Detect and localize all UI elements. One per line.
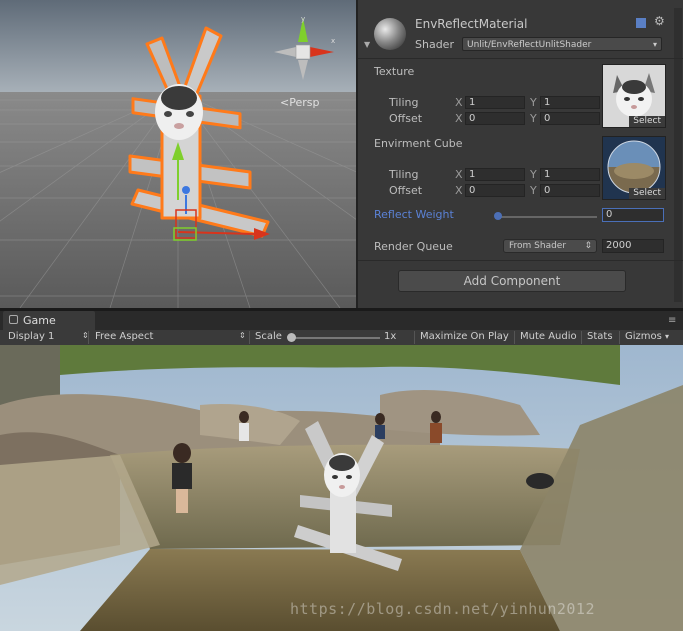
- cubemap-select-button[interactable]: Select: [629, 188, 665, 199]
- texture-thumbnail[interactable]: Select: [602, 64, 666, 128]
- render-queue-mode: From Shader: [509, 241, 567, 251]
- svg-text:x: x: [331, 37, 335, 45]
- aspect-dropdown[interactable]: Free Aspect ⇕: [95, 331, 246, 342]
- texture-tiling-y-field[interactable]: 1: [540, 96, 600, 109]
- gizmos-dropdown-arrow-icon: ▾: [665, 332, 670, 341]
- toolbar-divider: [514, 331, 515, 344]
- header-divider: [358, 58, 683, 59]
- aspect-dropdown-arrow-icon: ⇕: [239, 331, 246, 340]
- cube-offset-y-field[interactable]: 0: [540, 184, 600, 197]
- render-queue-field[interactable]: 2000: [602, 239, 664, 253]
- render-queue-mode-dropdown[interactable]: From Shader ⇕: [503, 239, 597, 253]
- display-dropdown[interactable]: Display 1 ⇕: [8, 331, 89, 342]
- texture-offset-x-label: X: [455, 112, 463, 125]
- cube-tiling-x-label: X: [455, 168, 463, 181]
- cube-offset-y-label: Y: [530, 184, 537, 197]
- projection-label[interactable]: <Persp: [280, 96, 319, 109]
- display-value: Display 1: [8, 331, 55, 342]
- gizmos-label: Gizmos: [625, 331, 662, 342]
- cube-tiling-y-field[interactable]: 1: [540, 168, 600, 181]
- cubemap-thumbnail[interactable]: Select: [602, 136, 666, 200]
- toolbar-divider: [414, 331, 415, 344]
- reflect-weight-label: Reflect Weight: [374, 208, 454, 221]
- stats-toggle[interactable]: Stats: [587, 331, 613, 342]
- texture-offset-y-field[interactable]: 0: [540, 112, 600, 125]
- cube-tiling-x-field[interactable]: 1: [465, 168, 525, 181]
- render-queue-label: Render Queue: [374, 240, 453, 253]
- texture-offset-label: Offset: [389, 112, 423, 125]
- cube-offset-x-field[interactable]: 0: [465, 184, 525, 197]
- material-header: EnvReflectMaterial Shader Unlit/EnvRefle…: [358, 12, 683, 56]
- gear-icon[interactable]: ⚙: [654, 14, 665, 28]
- tab-game[interactable]: Game: [3, 311, 95, 330]
- tab-game-label: Game: [23, 314, 56, 327]
- mute-audio-toggle[interactable]: Mute Audio: [520, 331, 577, 342]
- texture-label: Texture: [374, 65, 415, 78]
- texture-offset-x-field[interactable]: 0: [465, 112, 525, 125]
- maximize-on-play-toggle[interactable]: Maximize On Play: [420, 331, 509, 342]
- shader-dropdown[interactable]: Unlit/EnvReflectUnlitShader ▾: [462, 37, 662, 51]
- svg-text:y: y: [301, 15, 305, 23]
- texture-tiling-x-field[interactable]: 1: [465, 96, 525, 109]
- game-controller-icon: [9, 315, 18, 324]
- texture-tiling-x-label: X: [455, 96, 463, 109]
- add-component-button[interactable]: Add Component: [398, 270, 626, 292]
- collapse-arrow-icon[interactable]: ▼: [364, 40, 370, 49]
- game-toolbar: Display 1 ⇕ Free Aspect ⇕ Scale 1x Maxim…: [0, 330, 683, 346]
- dropdown-arrow-icon: ▾: [652, 40, 657, 49]
- scale-slider-track[interactable]: [290, 337, 380, 339]
- gizmos-dropdown[interactable]: Gizmos ▾: [625, 331, 669, 342]
- scale-label: Scale: [255, 331, 282, 342]
- watermark-text: https://blog.csdn.net/yinhun2012: [290, 600, 595, 618]
- cube-offset-x-label: X: [455, 184, 463, 197]
- shader-value: Unlit/EnvReflectUnlitShader: [467, 40, 592, 50]
- reflect-weight-slider-knob[interactable]: [494, 212, 502, 220]
- toolbar-divider: [581, 331, 582, 344]
- scene-view[interactable]: y x <Persp: [0, 0, 356, 308]
- toolbar-divider: [619, 331, 620, 344]
- reflect-weight-slider-track[interactable]: [497, 216, 597, 218]
- toolbar-divider: [249, 331, 250, 344]
- stepper-arrows-icon: ⇕: [584, 241, 592, 251]
- help-book-icon[interactable]: [636, 18, 646, 28]
- reflect-weight-field[interactable]: 0: [602, 208, 664, 222]
- envirment-cube-label: Envirment Cube: [374, 137, 463, 150]
- material-sphere-icon: [374, 18, 406, 50]
- scale-slider-knob[interactable]: [287, 333, 296, 342]
- aspect-value: Free Aspect: [95, 331, 154, 342]
- game-view[interactable]: [0, 345, 683, 631]
- material-name: EnvReflectMaterial: [415, 17, 528, 31]
- persp-icon: <: [280, 96, 290, 109]
- inspector-panel: EnvReflectMaterial Shader Unlit/EnvRefle…: [356, 0, 683, 308]
- game-tab-bar: Game ≡: [0, 311, 683, 330]
- persp-text: Persp: [289, 96, 320, 109]
- texture-tiling-y-label: Y: [530, 96, 537, 109]
- cube-tiling-label: Tiling: [389, 168, 419, 181]
- orientation-gizmo[interactable]: y x: [268, 14, 338, 84]
- texture-offset-y-label: Y: [530, 112, 537, 125]
- shader-label: Shader: [415, 38, 454, 51]
- texture-tiling-label: Tiling: [389, 96, 419, 109]
- toolbar-divider: [88, 331, 89, 344]
- cube-tiling-y-label: Y: [530, 168, 537, 181]
- component-divider: [358, 260, 683, 261]
- cube-offset-label: Offset: [389, 184, 423, 197]
- texture-select-button[interactable]: Select: [629, 116, 665, 127]
- skybox-render: [0, 345, 683, 631]
- scale-value: 1x: [384, 331, 397, 342]
- tab-menu-icon[interactable]: ≡: [668, 315, 676, 326]
